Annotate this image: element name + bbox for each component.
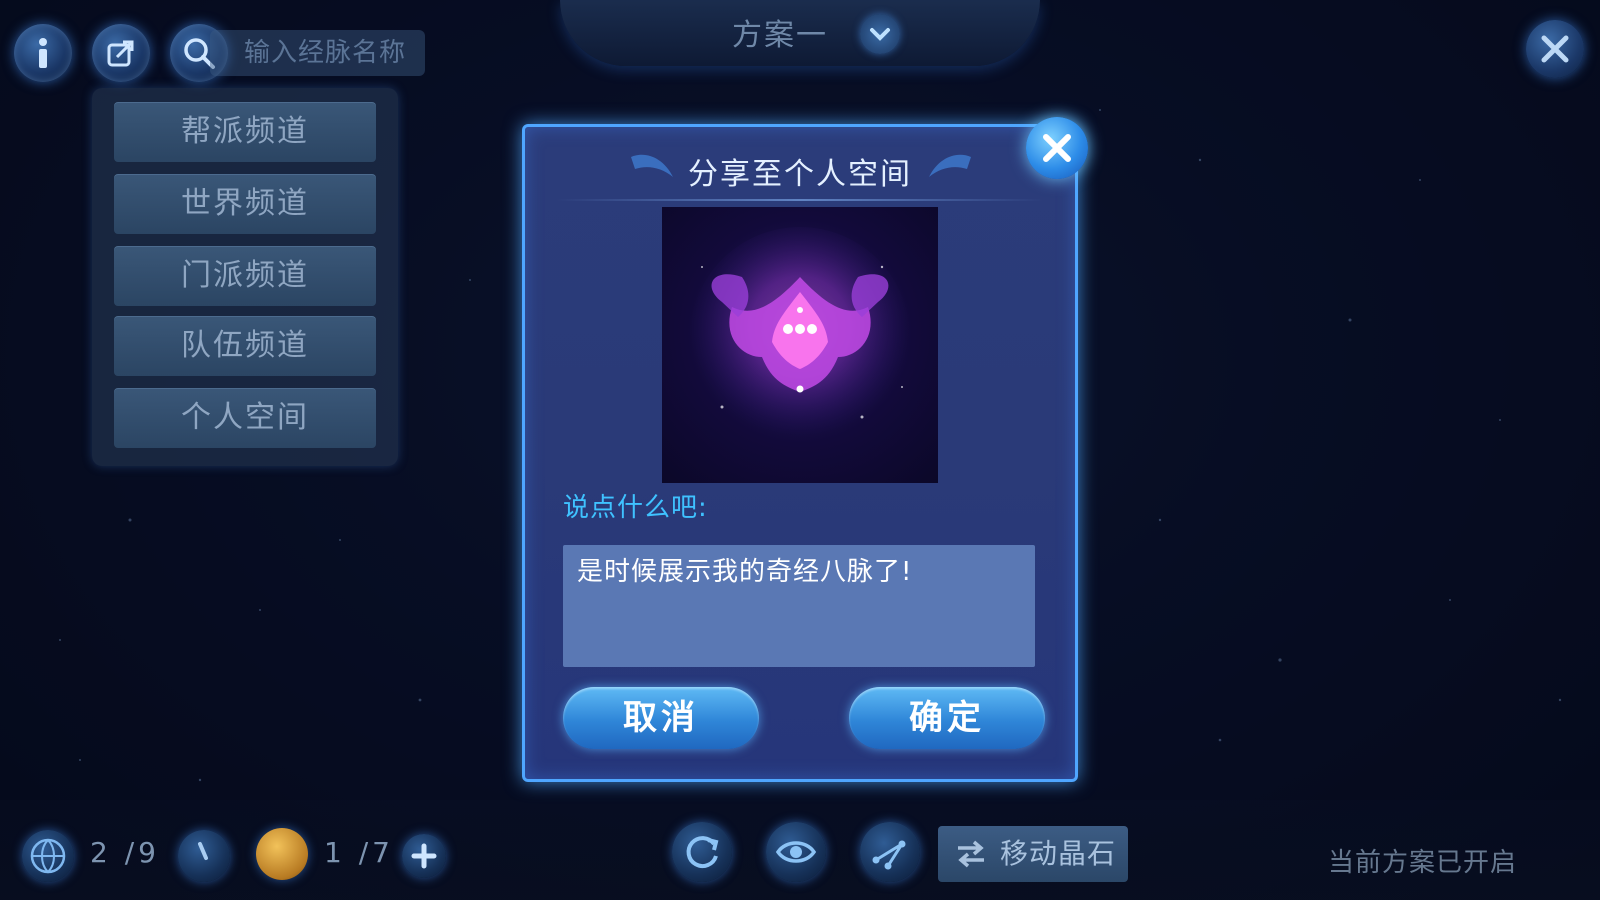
globe-icon [30, 838, 66, 874]
title-divider [555, 199, 1045, 201]
eye-icon [775, 841, 817, 863]
confirm-button[interactable]: 确定 [849, 687, 1045, 749]
info-icon [39, 38, 47, 68]
share-dialog: 分享至个人空间 说点什么吧: 是时候展示我的奇经八脉了! 取消 确定 [522, 124, 1078, 782]
message-prompt-label: 说点什么吧: [563, 493, 708, 523]
close-icon [1541, 35, 1569, 63]
info-button[interactable] [14, 24, 72, 82]
cancel-button[interactable]: 取消 [563, 687, 759, 749]
scheme-status-text: 当前方案已开启 [1328, 848, 1518, 878]
dialog-title: 分享至个人空间 [688, 157, 912, 192]
share-channel-panel: 帮派频道 世界频道 门派频道 队伍频道 个人空间 [92, 88, 398, 466]
share-button[interactable] [92, 24, 150, 82]
close-icon [1043, 134, 1071, 162]
add-crystal-button[interactable] [402, 834, 446, 878]
clock-icon [198, 842, 208, 860]
chevron-down-icon [870, 28, 890, 41]
meridian-emblem-icon [690, 227, 910, 447]
scheme-title: 方案一 [732, 18, 828, 53]
close-window-button[interactable] [1526, 20, 1584, 78]
refresh-icon [686, 836, 719, 869]
scheme-dropdown-button[interactable] [860, 14, 900, 54]
share-item-personal-space[interactable]: 个人空间 [114, 388, 376, 448]
swap-arrows-icon [958, 840, 984, 868]
constellation-icon [872, 840, 906, 870]
reset-timer-button[interactable] [178, 830, 230, 882]
move-crystal-button[interactable]: 移动晶石 [938, 826, 1128, 882]
view-button[interactable] [766, 822, 826, 882]
share-item-guild[interactable]: 帮派频道 [114, 102, 376, 162]
connect-button[interactable] [860, 822, 920, 882]
title-ornament-right-icon [929, 154, 971, 177]
search-input[interactable]: 输入经脉名称 [210, 30, 425, 76]
meridian-preview-image [662, 207, 938, 483]
share-icon [107, 40, 134, 67]
move-crystal-label: 移动晶石 [1000, 837, 1117, 870]
crystal-counter: 1 /7 [324, 836, 394, 869]
message-input[interactable]: 是时候展示我的奇经八脉了! [563, 545, 1035, 667]
dialog-close-button[interactable] [1026, 117, 1088, 179]
reset-button[interactable] [672, 822, 732, 882]
points-counter: 2 /9 [90, 836, 160, 869]
share-item-world[interactable]: 世界频道 [114, 174, 376, 234]
share-item-sect[interactable]: 门派频道 [114, 246, 376, 306]
crystal-icon [256, 828, 308, 880]
plus-icon [411, 843, 437, 869]
meridian-points-icon [22, 830, 74, 882]
share-item-team[interactable]: 队伍频道 [114, 316, 376, 376]
